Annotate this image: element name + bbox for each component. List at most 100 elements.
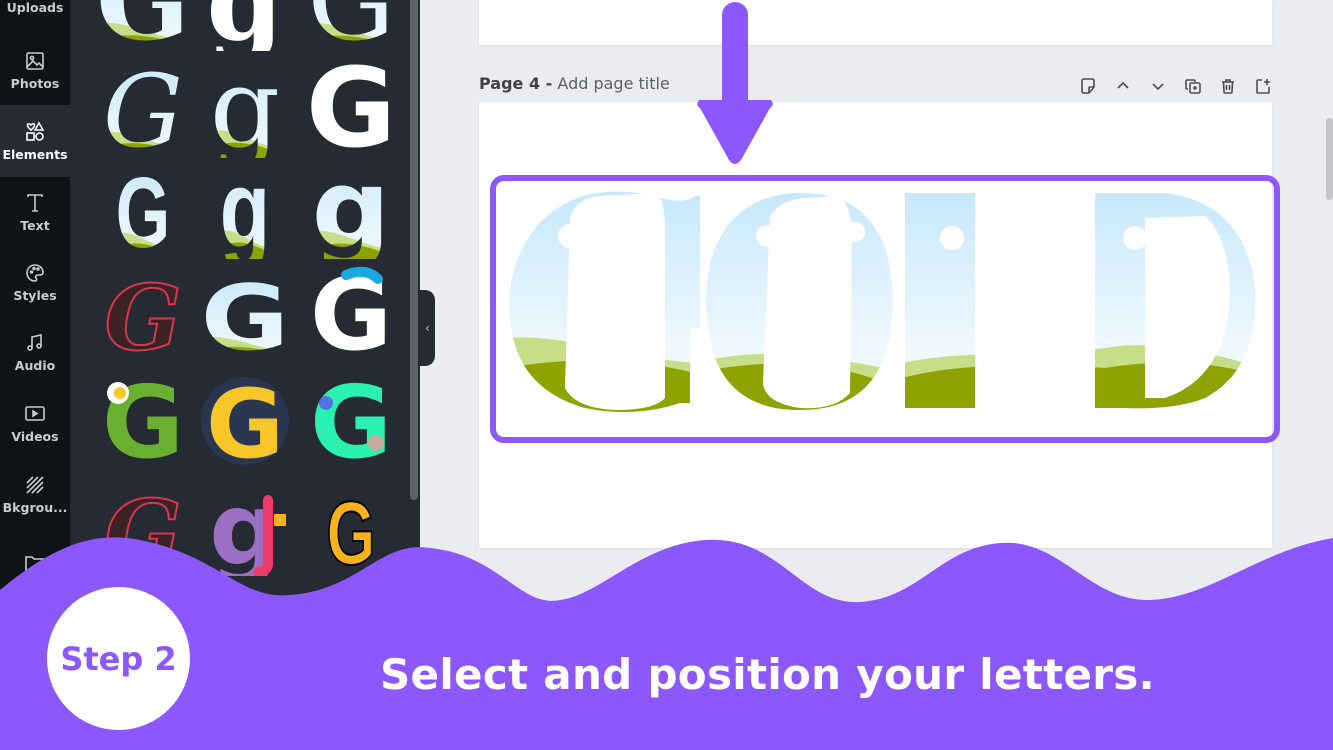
element-letter-g-party-snake[interactable]: g [200,480,290,576]
letter-g-icon: G [306,62,396,158]
element-letter-g-landscape-outline[interactable]: G [306,0,396,51]
letter-g-icon: G [98,0,188,51]
letter-g-icon: G [310,373,392,469]
element-letter-g-landscape-wide[interactable]: G [200,265,290,361]
uploads-label: Uploads [6,0,64,15]
add-page-button[interactable] [1245,74,1280,98]
move-down-button[interactable] [1140,74,1175,98]
page-title-input[interactable]: Add page title [557,74,669,93]
styles-label: Styles [13,287,57,303]
sidebar-item-styles[interactable]: Styles [0,247,70,317]
element-letter-g-gold-3d[interactable]: G [306,480,396,576]
element-letter-g-landscape-italic[interactable]: G [98,62,188,158]
letter-g-icon: G [103,62,183,158]
canvas-scrollbar-track [1318,0,1333,750]
page-number: Page 4 - [479,74,553,93]
chevron-left-icon: ‹ [425,321,430,335]
letter-g-icon: G [307,0,395,51]
element-letter-g-green-monster[interactable]: G [98,373,188,469]
panel-scrollbar[interactable] [410,0,418,500]
image-icon [26,51,44,70]
element-letter-g-landscape-lowercase-serif[interactable]: g [200,62,290,158]
element-letter-g-landscape-serif[interactable]: G [98,0,188,51]
element-letter-g-white-blue-cap[interactable]: G [306,265,396,361]
text-label: Text [20,217,50,233]
svg-text:G: G [201,267,290,361]
svg-text:G: G [307,0,395,51]
sidebar-item-text[interactable]: Text [0,177,70,247]
shapes-icon [26,120,45,141]
element-letter-g-white-bold[interactable]: G [306,62,396,158]
letter-g-icon: G [201,267,290,361]
notes-button[interactable] [1070,74,1105,98]
letter-g-icon: G [104,265,183,361]
svg-text:g: g [312,163,391,259]
sidebar-item-folder[interactable] [0,530,70,600]
letter-g-icon: G [310,265,392,361]
screen: Uploads Photos Elements Text Styles Audi… [0,0,1333,750]
sidebar-item-audio[interactable]: Audio [0,317,70,387]
duplicate-page-button[interactable] [1175,74,1210,98]
previous-page[interactable] [479,0,1272,45]
sidebar-item-photos[interactable]: Photos [0,35,70,105]
step-caption: Select and position your letters. [380,650,1155,699]
svg-text:G: G [206,373,284,469]
element-letter-g-landscape-condensed[interactable]: G [98,163,188,259]
photos-label: Photos [10,75,60,91]
svg-text:G: G [98,0,188,51]
svg-text:G: G [103,62,183,158]
letter-g-icon: G [102,373,184,469]
svg-text:g: g [220,163,270,259]
background-pattern-icon [26,475,44,494]
element-letter-g-brush-red[interactable]: G [98,265,188,361]
element-letter-g-white-serif-lowercase[interactable]: g [200,0,290,51]
sticky-note-icon [1080,78,1095,94]
text-icon [27,193,43,212]
delete-page-button[interactable] [1210,74,1245,98]
letter-g-icon: g [207,0,284,51]
page-toolbar [1070,74,1280,98]
svg-text:G: G [116,163,170,259]
music-note-icon [27,333,42,351]
chevron-up-icon [1116,81,1129,89]
letter-g-icon: g [220,163,270,259]
collapse-panel-button[interactable]: ‹ [420,290,435,366]
step-label: Step 2 [60,639,177,678]
videos-label: Videos [11,428,59,444]
svg-text:G: G [326,484,375,576]
sidebar-item-elements[interactable]: Elements [0,105,70,177]
move-up-button[interactable] [1105,74,1140,98]
backgrounds-label: Bkgrou... [2,499,68,515]
step-badge: Step 2 [47,587,190,730]
svg-text:g: g [207,0,284,51]
sidebar-item-videos[interactable]: Videos [0,388,70,458]
letter-g-icon: g [210,62,280,158]
chevron-down-icon [1151,83,1164,91]
letter-g-icon: G [104,480,183,576]
letter-g-icon: g [209,480,286,576]
selection-outline[interactable] [490,175,1280,443]
canvas-scrollbar[interactable] [1326,118,1333,200]
svg-text:G: G [310,373,392,469]
element-letter-g-donut[interactable]: G [200,373,290,469]
elements-label: Elements [2,146,68,162]
element-letter-g-landscape-lowercase-bold[interactable]: g [306,163,396,259]
palette-icon [26,263,44,282]
arrow-down-annotation [697,2,773,164]
letter-g-icon: G [201,373,289,469]
page-header: Page 4 - Add page title [479,74,670,93]
sidebar-item-backgrounds[interactable]: Bkgrou... [0,459,70,529]
trash-icon [1221,79,1234,94]
element-letter-g-brush-red-2[interactable]: G [98,480,188,576]
audio-label: Audio [14,357,56,373]
element-letter-g-camo[interactable]: G [306,373,396,469]
element-letter-g-landscape-lowercase-condensed[interactable]: g [200,163,290,259]
svg-text:g: g [210,62,280,158]
letter-g-icon: G [326,483,377,576]
folder-icon [25,556,45,571]
video-icon [25,405,45,421]
letter-g-icon: g [312,163,391,259]
duplicate-icon [1184,79,1201,94]
svg-text:G: G [105,480,182,576]
add-page-icon [1255,79,1270,94]
